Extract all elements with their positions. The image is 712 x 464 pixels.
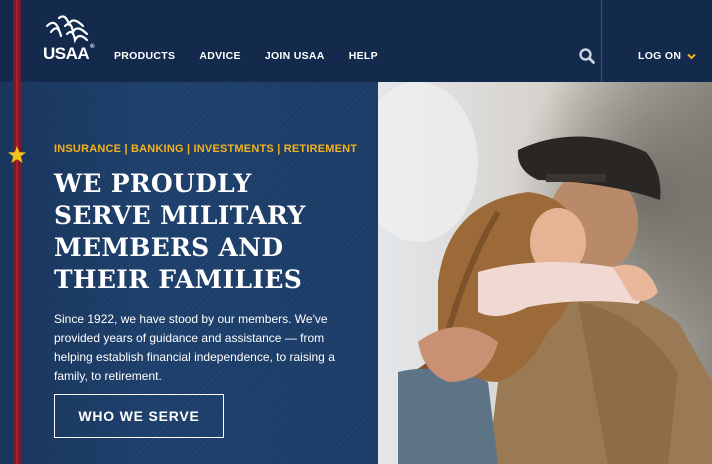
headline-line: THEIR FAMILIES bbox=[54, 265, 303, 294]
hero-photo bbox=[378, 82, 712, 464]
product-categories: INSURANCE | BANKING | INVESTMENTS | RETI… bbox=[54, 143, 358, 155]
nav-join-usaa[interactable]: JOIN USAA bbox=[265, 50, 325, 62]
hero-body-text: Since 1922, we have stood by our members… bbox=[54, 312, 335, 383]
logo-text: USAA® bbox=[43, 44, 95, 63]
registered-mark: ® bbox=[90, 44, 95, 50]
search-icon bbox=[579, 48, 595, 64]
who-we-serve-button[interactable]: WHO WE SERVE bbox=[54, 394, 224, 438]
log-on-button[interactable]: LOG ON bbox=[638, 50, 696, 62]
chevron-down-icon bbox=[687, 53, 696, 59]
main-nav: PRODUCTS ADVICE JOIN USAA HELP bbox=[114, 50, 402, 62]
nav-advice[interactable]: ADVICE bbox=[199, 50, 240, 62]
hero-headline: WE PROUDLY SERVE MILITARY MEMBERS AND TH… bbox=[54, 168, 374, 296]
search-button[interactable] bbox=[578, 47, 596, 65]
eagle-icon bbox=[45, 15, 89, 44]
usaa-logo[interactable]: USAA® bbox=[43, 14, 95, 64]
star-icon bbox=[8, 146, 26, 163]
nav-help[interactable]: HELP bbox=[349, 50, 378, 62]
headline-line: SERVE MILITARY bbox=[54, 201, 306, 230]
site-header: USAA® PRODUCTS ADVICE JOIN USAA HELP LOG… bbox=[0, 0, 712, 82]
headline-line: MEMBERS AND bbox=[54, 233, 284, 262]
header-divider bbox=[601, 0, 602, 82]
log-on-label: LOG ON bbox=[638, 50, 682, 62]
headline-line: WE PROUDLY bbox=[54, 169, 252, 198]
red-stripe-highlight bbox=[16, 0, 18, 464]
photo-soldier-hugging-girl bbox=[378, 82, 712, 464]
nav-products[interactable]: PRODUCTS bbox=[114, 50, 175, 62]
